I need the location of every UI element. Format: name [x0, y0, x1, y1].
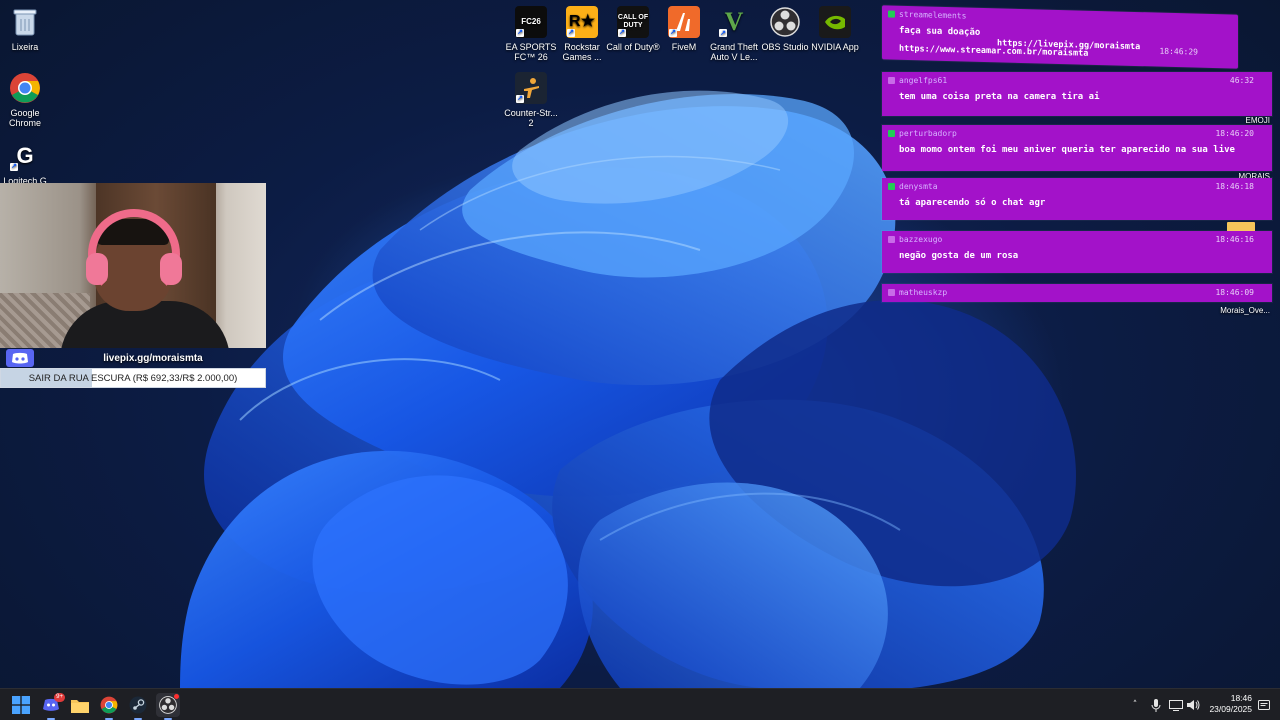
ea-fc-glyph: FC26 — [521, 17, 541, 26]
webcam-earcup-right — [160, 253, 182, 285]
taskbar-obs[interactable] — [156, 693, 180, 720]
desktop-icon-label: EA SPORTS FC™ 26 — [505, 42, 557, 62]
counter-strike-icon: ↗ — [515, 72, 547, 104]
chat-user-badge — [888, 236, 895, 243]
chat-side-label: Morais_Ove... — [1220, 306, 1270, 315]
taskbar-steam[interactable] — [126, 693, 150, 720]
webcam-earcup-left — [86, 253, 108, 285]
taskbar-chrome[interactable] — [97, 693, 121, 720]
chat-username: perturbadorp — [899, 129, 957, 138]
chat-user-badge — [888, 10, 895, 18]
chat-username: angelfps61 — [899, 76, 948, 85]
fivem-icon: ↗ — [668, 6, 700, 38]
discord-badge: 9+ — [54, 693, 65, 702]
steam-icon — [129, 696, 147, 714]
chrome-icon — [100, 696, 118, 714]
folder-icon — [71, 699, 89, 713]
microphone-icon[interactable] — [1148, 697, 1164, 713]
webcam-overlay — [0, 183, 266, 348]
desktop-icon-label: Call of Duty® — [606, 42, 660, 52]
chat-username: denysmta — [899, 182, 938, 191]
obs-icon — [769, 6, 801, 38]
system-clock[interactable]: 18:46 23/09/2025 — [1196, 693, 1252, 715]
chat-timestamp: 18:46:20 — [1215, 129, 1254, 138]
desktop-icon-callofduty[interactable]: CALL OF DUTY ↗ Call of Duty® — [604, 6, 662, 52]
chat-timestamp: 18:46:16 — [1215, 235, 1254, 244]
chat-message: denysmta 18:46:18 tá aparecendo só o cha… — [882, 178, 1272, 220]
chat-username: bazzexugo — [899, 235, 943, 244]
cod-glyph: CALL OF DUTY — [617, 14, 649, 29]
taskbar-discord[interactable]: 9+ — [39, 693, 65, 720]
notification-icon[interactable] — [1256, 697, 1272, 713]
rockstar-glyph: R★ — [569, 13, 595, 30]
call-of-duty-icon: CALL OF DUTY ↗ — [617, 6, 649, 38]
desktop-icon-lixeira[interactable]: Lixeira — [0, 6, 54, 52]
ea-fc-icon: FC26 ↗ — [515, 6, 547, 38]
chat-text: negão gosta de um rosa — [899, 251, 1019, 261]
chat-message: angelfps61 46:32 tem uma coisa preta na … — [882, 72, 1272, 116]
chat-side-label: EMOJI — [1245, 116, 1270, 125]
discord-icon — [0, 348, 40, 368]
livepix-url: livepix.gg/moraismta — [103, 352, 203, 364]
recycle-bin-icon — [9, 6, 41, 38]
chrome-icon — [9, 72, 41, 104]
chat-timestamp: 18:46:18 — [1215, 182, 1254, 191]
desktop-icon-chrome[interactable]: Google Chrome — [0, 72, 54, 128]
donation-goal-bar: SAIR DA RUA ESCURA (R$ 692,33/R$ 2.000,0… — [0, 368, 266, 388]
gta-glyph: V — [724, 7, 744, 36]
chat-message: perturbadorp 18:46:20 boa momo ontem foi… — [882, 125, 1272, 171]
tray-overflow-chevron-icon[interactable]: ˄ — [1127, 697, 1143, 713]
gta-v-icon: V ↗ — [719, 7, 744, 37]
rockstar-icon: R★ ↗ — [566, 6, 598, 38]
chat-text: faça sua doação — [899, 25, 981, 38]
taskbar-explorer[interactable] — [68, 693, 92, 717]
desktop-icon-label: Rockstar Games ... — [562, 42, 602, 62]
chat-text: boa momo ontem foi meu aniver queria ter… — [899, 145, 1235, 155]
donation-goal-text: SAIR DA RUA ESCURA (R$ 692,33/R$ 2.000,0… — [28, 372, 238, 384]
desktop-icon-label: Grand Theft Auto V Le... — [710, 42, 758, 62]
chat-message: matheuskzp 18:46:09 — [882, 284, 1272, 302]
start-button[interactable] — [9, 693, 33, 717]
desktop-icon-label: Counter-Str... 2 — [504, 108, 558, 128]
chat-username: matheuskzp — [899, 288, 948, 297]
nvidia-icon — [819, 6, 851, 38]
taskbar: 9+ ˄ 18:46 23/09/2025 — [0, 688, 1280, 720]
desktop-icon-rockstar[interactable]: R★ ↗ Rockstar Games ... — [553, 6, 611, 62]
desktop-icon-label: Google Chrome — [8, 108, 41, 128]
desktop-icon-label: Lixeira — [11, 42, 39, 52]
chat-user-badge — [888, 130, 895, 137]
chat-timestamp: 18:46:29 — [1159, 46, 1198, 57]
chat-user-badge — [888, 183, 895, 190]
desktop-icon-gta[interactable]: V ↗ Grand Theft Auto V Le... — [705, 6, 763, 63]
chat-message: bazzexugo 18:46:16 negão gosta de um ros… — [882, 231, 1272, 273]
desktop-icon-easports[interactable]: FC26 ↗ EA SPORTS FC™ 26 — [502, 6, 560, 62]
chat-text: tem uma coisa preta na camera tira ai — [899, 92, 1100, 102]
recording-dot — [174, 694, 179, 699]
livepix-label-bar: livepix.gg/moraismta — [0, 348, 266, 368]
chat-message: streamelements 18:46:29 faça sua doação … — [882, 5, 1238, 69]
chat-text: tá aparecendo só o chat agr — [899, 198, 1046, 208]
desktop-icon-logitech[interactable]: G ↗ Logitech G — [0, 140, 54, 187]
desktop-icon-cs2[interactable]: ↗ Counter-Str... 2 — [502, 72, 560, 128]
chat-username: streamelements — [899, 9, 967, 21]
chat-user-badge — [888, 77, 895, 84]
clock-time: 18:46 — [1230, 693, 1252, 703]
chat-user-badge — [888, 289, 895, 296]
windows-start-icon — [12, 696, 30, 714]
desktop-icon-nvidia[interactable]: NVIDIA App — [806, 6, 864, 52]
network-icon[interactable] — [1168, 697, 1184, 713]
clock-date: 23/09/2025 — [1209, 704, 1252, 714]
logitech-g-icon: G ↗ — [10, 143, 34, 171]
desktop-icon-label: NVIDIA App — [811, 42, 859, 52]
chat-timestamp: 18:46:09 — [1215, 288, 1254, 297]
chat-timestamp: 46:32 — [1229, 76, 1254, 85]
